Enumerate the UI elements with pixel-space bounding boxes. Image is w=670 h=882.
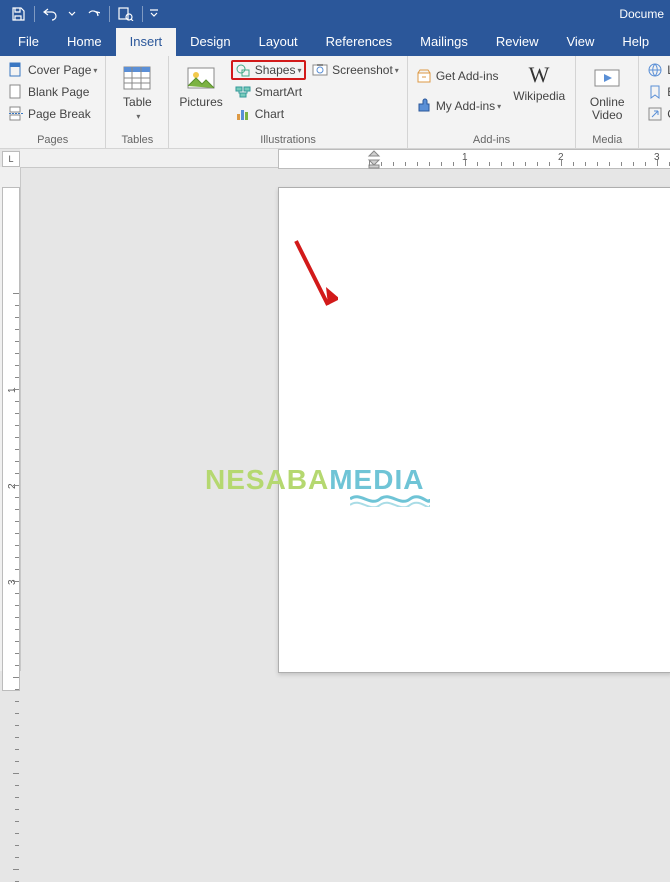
group-links: L B C (639, 56, 670, 148)
tab-file[interactable]: File (0, 28, 53, 56)
svg-text:W: W (529, 62, 550, 87)
ruler-corner[interactable]: L (2, 151, 20, 167)
tab-help[interactable]: Help (608, 28, 663, 56)
undo-more-button[interactable] (65, 0, 79, 28)
pictures-button[interactable]: Pictures (173, 60, 228, 111)
screenshot-icon (312, 62, 328, 78)
group-label-tables: Tables (110, 133, 164, 148)
shapes-icon (235, 62, 251, 78)
tab-home[interactable]: Home (53, 28, 116, 56)
table-button[interactable]: Table▾ (110, 60, 164, 125)
page-break-icon (8, 106, 24, 122)
ribbon-tabs: File Home Insert Design Layout Reference… (0, 28, 670, 56)
ribbon: Cover Page▾ Blank Page Page Break Pages … (0, 56, 670, 149)
save-button[interactable] (4, 0, 32, 28)
blank-page-icon (8, 84, 24, 100)
redo-button[interactable] (79, 0, 107, 28)
title-bar: Docume (0, 0, 670, 28)
watermark-wave-icon (350, 491, 430, 507)
group-tables: Table▾ Tables (106, 56, 169, 148)
group-media: Online Video Media (576, 56, 639, 148)
document-page[interactable] (278, 187, 670, 673)
document-workspace: L 123 123 NESABAMEDIA (0, 149, 670, 671)
group-label-illustrations: Illustrations (173, 133, 402, 148)
store-icon (416, 68, 432, 84)
group-label-addins: Add-ins (412, 133, 571, 148)
my-addins-button[interactable]: My Add-ins ▾ (412, 96, 505, 116)
tab-references[interactable]: References (312, 28, 406, 56)
bookmark-icon (647, 84, 663, 100)
qat-customize-button[interactable] (145, 0, 163, 28)
cover-page-button[interactable]: Cover Page▾ (4, 60, 101, 80)
link-icon (647, 62, 663, 78)
tab-design[interactable]: Design (176, 28, 244, 56)
indent-marker[interactable] (364, 149, 384, 172)
tab-review[interactable]: Review (482, 28, 553, 56)
wikipedia-button[interactable]: W Wikipedia (507, 60, 571, 105)
pictures-icon (185, 62, 217, 94)
link-button[interactable]: L (643, 60, 670, 80)
horizontal-ruler[interactable]: 123 (20, 149, 670, 168)
tell-me[interactable]: T (663, 29, 670, 56)
page-break-button[interactable]: Page Break (4, 104, 101, 124)
addins-icon (416, 98, 432, 114)
cross-ref-icon (647, 106, 663, 122)
smartart-button[interactable]: SmartArt (231, 82, 306, 102)
table-icon (121, 62, 153, 94)
screenshot-button[interactable]: Screenshot▾ (308, 60, 403, 80)
chart-icon (235, 106, 251, 122)
shapes-button[interactable]: Shapes▾ (231, 60, 306, 80)
get-addins-button[interactable]: Get Add-ins (412, 66, 505, 86)
bookmark-button[interactable]: B (643, 82, 670, 102)
online-video-button[interactable]: Online Video (580, 60, 634, 124)
document-title: Docume (619, 7, 666, 21)
group-label-media: Media (580, 133, 634, 148)
group-illustrations: Pictures Shapes▾ SmartArt Chart Screensh… (169, 56, 407, 148)
smartart-icon (235, 84, 251, 100)
cross-reference-button[interactable]: C (643, 104, 670, 124)
group-addins: Get Add-ins My Add-ins ▾ W Wikipedia Add… (408, 56, 576, 148)
print-preview-button[interactable] (112, 0, 140, 28)
video-icon (591, 62, 623, 94)
undo-button[interactable] (37, 0, 65, 28)
tab-layout[interactable]: Layout (245, 28, 312, 56)
tab-mailings[interactable]: Mailings (406, 28, 482, 56)
group-pages: Cover Page▾ Blank Page Page Break Pages (0, 56, 106, 148)
vertical-ruler[interactable]: 123 (0, 167, 21, 671)
group-label-pages: Pages (4, 133, 101, 148)
wikipedia-icon: W (523, 62, 555, 88)
cover-page-icon (8, 62, 24, 78)
blank-page-button[interactable]: Blank Page (4, 82, 101, 102)
tab-insert[interactable]: Insert (116, 28, 177, 56)
chart-button[interactable]: Chart (231, 104, 306, 124)
tab-view[interactable]: View (552, 28, 608, 56)
